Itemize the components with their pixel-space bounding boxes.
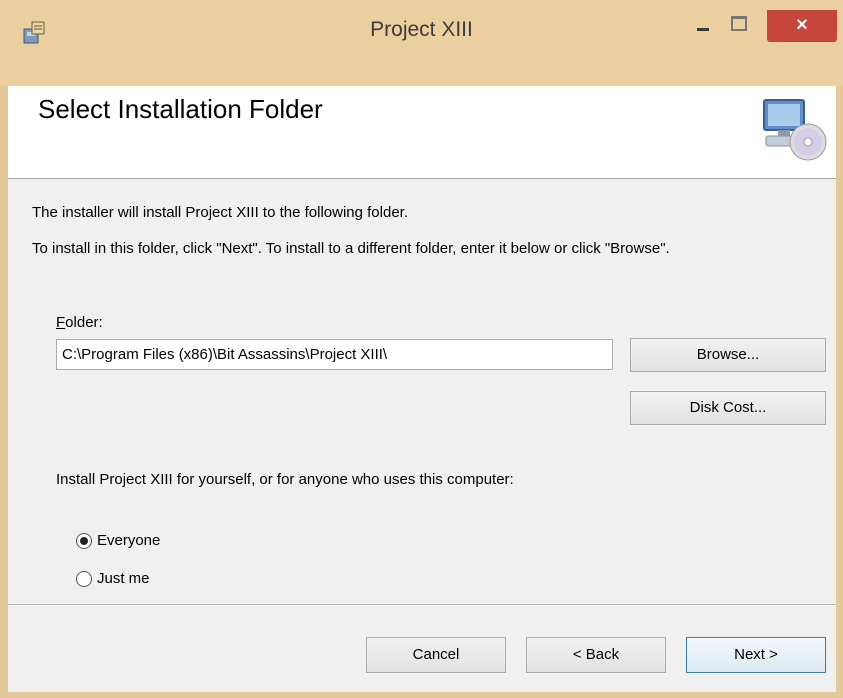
browse-button[interactable]: Browse... xyxy=(630,338,826,372)
just-me-radio-label[interactable]: Just me xyxy=(97,570,150,587)
footer-divider-highlight xyxy=(8,605,836,606)
everyone-radio-label[interactable]: Everyone xyxy=(97,532,160,549)
header-banner: Select Installation Folder xyxy=(8,86,836,179)
install-scope-prompt: Install Project XIII for yourself, or fo… xyxy=(56,471,514,488)
maximize-button[interactable] xyxy=(720,10,756,42)
minimize-button[interactable] xyxy=(688,10,718,42)
close-icon: × xyxy=(796,14,808,36)
installer-window: Project XIII × Select Installation Folde… xyxy=(0,0,843,698)
folder-label-access-key: F xyxy=(56,314,66,331)
cancel-button[interactable]: Cancel xyxy=(366,637,506,673)
just-me-radio[interactable] xyxy=(76,571,92,587)
instructions-text: To install in this folder, click "Next".… xyxy=(32,240,670,257)
close-button[interactable]: × xyxy=(767,10,837,42)
disk-cost-button[interactable]: Disk Cost... xyxy=(630,391,826,425)
title-bar[interactable]: Project XIII × xyxy=(0,0,843,86)
back-button[interactable]: < Back xyxy=(526,637,666,673)
folder-label-rest: older: xyxy=(65,314,103,331)
dialog-client-area: Select Installation Folder The installer… xyxy=(8,86,836,692)
folder-label: Folder: xyxy=(56,314,103,331)
next-button[interactable]: Next > xyxy=(686,637,826,673)
everyone-radio[interactable] xyxy=(76,533,92,549)
page-title: Select Installation Folder xyxy=(38,94,323,124)
computer-disc-icon xyxy=(763,99,827,161)
folder-path-input[interactable] xyxy=(56,339,613,370)
install-location-text: The installer will install Project XIII … xyxy=(32,204,409,221)
